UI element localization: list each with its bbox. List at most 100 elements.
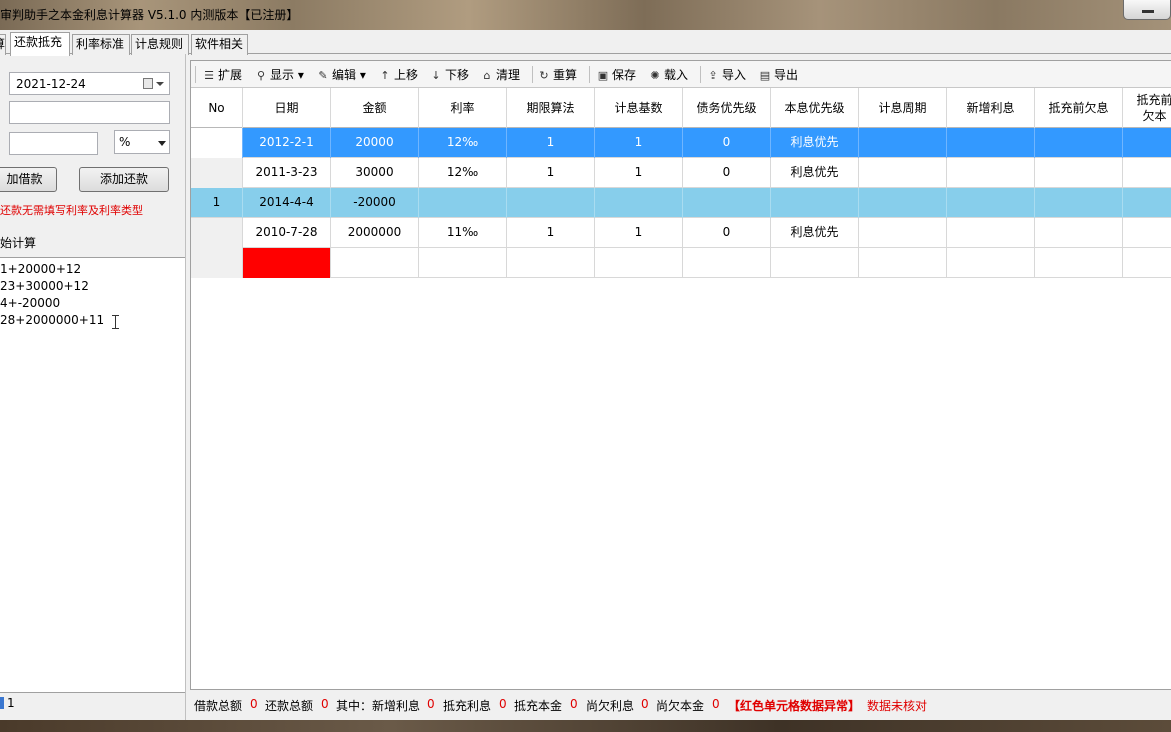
cell-rate[interactable]: 12‰ [419, 128, 507, 158]
clear-button[interactable]: ⌂ 清理 [480, 66, 521, 84]
column-header-pre-offset-interest[interactable]: 抵充前欠息 [1035, 88, 1123, 128]
chevron-down-icon[interactable] [156, 82, 164, 86]
cell-base[interactable] [595, 188, 683, 218]
cell-pi-priority[interactable]: 利息优先 [771, 128, 859, 158]
cell-debt-priority[interactable]: 0 [683, 128, 771, 158]
save-button[interactable]: ▣ 保存 [596, 66, 636, 84]
expand-button[interactable]: ☰ 扩展 [202, 66, 242, 84]
move-down-button[interactable]: ↓ 下移 [429, 66, 469, 84]
cell-base[interactable]: 1 [595, 128, 683, 158]
cell-pre-principal[interactable] [1123, 158, 1171, 188]
table-row[interactable]: 2012-2-1 20000 12‰ 1 1 0 利息优先 [191, 128, 1171, 158]
load-button[interactable]: ✺ 载入 [648, 66, 688, 84]
amount-input[interactable] [9, 101, 170, 124]
column-header-interest-base[interactable]: 计息基数 [595, 88, 683, 128]
column-header-term-method[interactable]: 期限算法 [507, 88, 595, 128]
cell-debt-priority[interactable]: 0 [683, 158, 771, 188]
move-up-button[interactable]: ↑ 上移 [378, 66, 418, 84]
tab-calc[interactable]: 算 [0, 34, 6, 55]
display-button[interactable]: ⚲ 显示 ▾ [254, 66, 304, 84]
cell-pre-interest[interactable] [1035, 188, 1123, 218]
column-header-pi-priority[interactable]: 本息优先级 [771, 88, 859, 128]
cell-pre-principal[interactable] [1123, 128, 1171, 158]
cell-period[interactable] [859, 188, 947, 218]
cell-date-error[interactable] [243, 248, 331, 278]
rate-unit-select[interactable]: % [114, 130, 170, 154]
cell-term[interactable] [507, 188, 595, 218]
cell-rate[interactable] [419, 188, 507, 218]
edit-button[interactable]: ✎ 编辑 ▾ [316, 66, 365, 84]
column-header-pre-offset-principal[interactable]: 抵充前欠本 [1123, 88, 1171, 128]
column-header-interest-period[interactable]: 计息周期 [859, 88, 947, 128]
rate-input[interactable] [9, 132, 98, 155]
cell-debt-priority[interactable]: 0 [683, 218, 771, 248]
cell-no[interactable] [191, 248, 243, 278]
cell-debt-priority[interactable] [683, 248, 771, 278]
cell-base[interactable] [595, 248, 683, 278]
import-button[interactable]: ⇪ 导入 [706, 66, 746, 84]
cell-pre-interest[interactable] [1035, 158, 1123, 188]
column-header-no[interactable]: No [191, 88, 243, 128]
cell-debt-priority[interactable] [683, 188, 771, 218]
table-row[interactable]: 2011-3-23 30000 12‰ 1 1 0 利息优先 [191, 158, 1171, 188]
cell-pre-principal[interactable] [1123, 248, 1171, 278]
cell-pre-interest[interactable] [1035, 218, 1123, 248]
cell-pi-priority[interactable]: 利息优先 [771, 218, 859, 248]
table-row[interactable]: 1 2014-4-4 -20000 [191, 188, 1171, 218]
cell-period[interactable] [859, 128, 947, 158]
cell-base[interactable]: 1 [595, 218, 683, 248]
column-header-amount[interactable]: 金额 [331, 88, 419, 128]
recalc-button[interactable]: ↻ 重算 [537, 66, 577, 84]
cell-date[interactable]: 2010-7-28 [243, 218, 331, 248]
table-row[interactable]: 2010-7-28 2000000 11‰ 1 1 0 利息优先 [191, 218, 1171, 248]
tab-software[interactable]: 软件相关 [191, 34, 248, 55]
cell-pre-principal[interactable] [1123, 188, 1171, 218]
cell-term[interactable]: 1 [507, 158, 595, 188]
cell-period[interactable] [859, 218, 947, 248]
cell-new-interest[interactable] [947, 248, 1035, 278]
cell-new-interest[interactable] [947, 218, 1035, 248]
cell-pi-priority[interactable]: 利息优先 [771, 158, 859, 188]
cell-date[interactable]: 2014-4-4 [243, 188, 331, 218]
cell-amount[interactable]: 20000 [331, 128, 419, 158]
cell-new-interest[interactable] [947, 188, 1035, 218]
column-header-rate[interactable]: 利率 [419, 88, 507, 128]
cell-pi-priority[interactable] [771, 248, 859, 278]
date-picker[interactable]: 2021-12-24 [9, 72, 170, 95]
cell-base[interactable]: 1 [595, 158, 683, 188]
minimize-button[interactable] [1123, 0, 1171, 20]
cell-amount[interactable]: -20000 [331, 188, 419, 218]
cell-date[interactable]: 2011-3-23 [243, 158, 331, 188]
formula-textarea[interactable]: 1+20000+12 23+30000+12 4+-20000 28+20000… [0, 257, 185, 693]
cell-period[interactable] [859, 158, 947, 188]
cell-pi-priority[interactable] [771, 188, 859, 218]
tab-interest-rules[interactable]: 计息规则 [131, 34, 189, 55]
calendar-icon[interactable] [143, 78, 153, 89]
cell-date[interactable]: 2012-2-1 [243, 128, 331, 158]
cell-new-interest[interactable] [947, 128, 1035, 158]
column-header-new-interest[interactable]: 新增利息 [947, 88, 1035, 128]
cell-no[interactable]: 1 [191, 188, 243, 218]
column-header-debt-priority[interactable]: 债务优先级 [683, 88, 771, 128]
column-header-date[interactable]: 日期 [243, 88, 331, 128]
add-loan-button[interactable]: 加借款 [0, 167, 57, 192]
cell-no[interactable] [191, 158, 243, 188]
cell-new-interest[interactable] [947, 158, 1035, 188]
cell-amount[interactable] [331, 248, 419, 278]
cell-term[interactable]: 1 [507, 128, 595, 158]
tab-repay-offset[interactable]: 还款抵充 [10, 32, 70, 56]
cell-pre-principal[interactable] [1123, 218, 1171, 248]
cell-no[interactable] [191, 218, 243, 248]
cell-term[interactable]: 1 [507, 218, 595, 248]
cell-rate[interactable]: 12‰ [419, 158, 507, 188]
tab-rate-standard[interactable]: 利率标准 [72, 34, 130, 55]
cell-pre-interest[interactable] [1035, 128, 1123, 158]
cell-amount[interactable]: 2000000 [331, 218, 419, 248]
cell-rate[interactable] [419, 248, 507, 278]
cell-amount[interactable]: 30000 [331, 158, 419, 188]
cell-no[interactable] [191, 128, 243, 158]
cell-term[interactable] [507, 248, 595, 278]
table-row-new[interactable] [191, 248, 1171, 278]
add-repayment-button[interactable]: 添加还款 [79, 167, 169, 192]
cell-pre-interest[interactable] [1035, 248, 1123, 278]
